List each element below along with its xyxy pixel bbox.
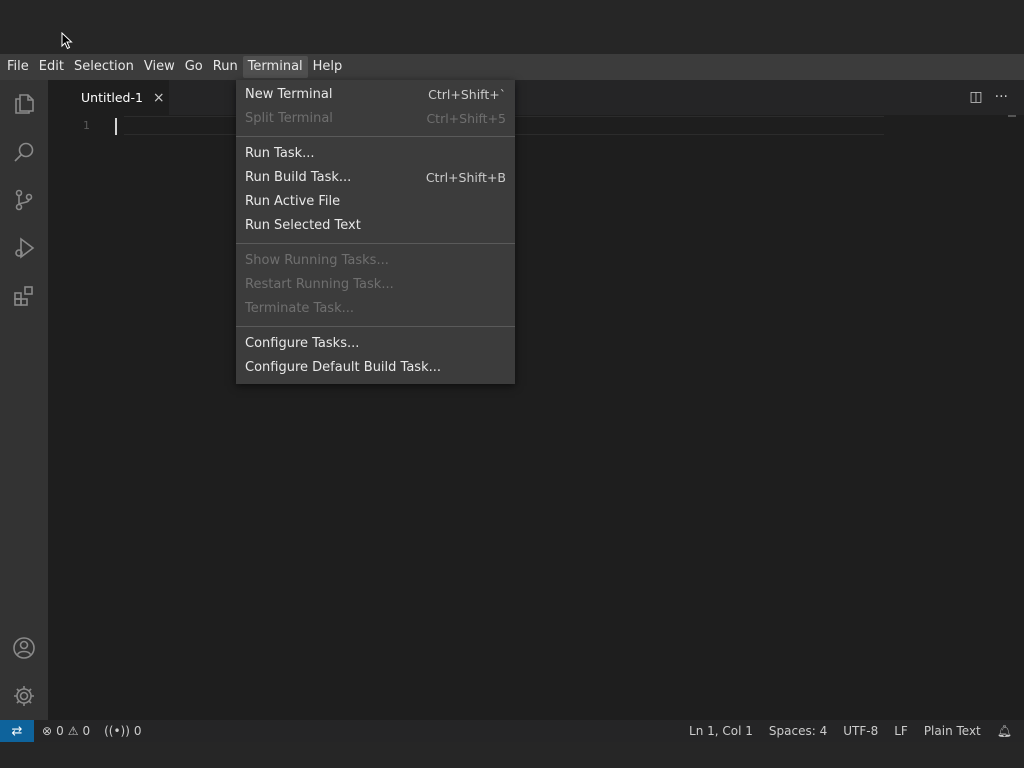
desktop-top-area: [0, 0, 1024, 54]
encoding[interactable]: UTF-8: [843, 724, 878, 738]
menu-item-terminate-task: Terminate Task...: [245, 301, 355, 316]
account-icon[interactable]: [12, 636, 36, 660]
close-icon[interactable]: ×: [153, 90, 165, 106]
text-caret: [115, 118, 117, 135]
menu-run[interactable]: Run: [208, 56, 243, 78]
status-right: Ln 1, Col 1 Spaces: 4 UTF-8 LF Plain Tex…: [689, 724, 1024, 738]
problems-status[interactable]: ⊗ 0 ⚠ 0: [42, 724, 90, 738]
bell-icon[interactable]: 🔔︎: [997, 724, 1012, 738]
editor-actions: ◫ ···: [969, 89, 1008, 105]
menu-view[interactable]: View: [139, 56, 180, 78]
explorer-icon[interactable]: [12, 92, 36, 116]
menu-item-run-build-task[interactable]: Run Build Task... Ctrl+Shift+B: [236, 166, 515, 190]
menu-item-restart-running-task: Restart Running Task...: [245, 277, 394, 292]
terminal-menu-dropdown: New Terminal Ctrl+Shift+` Split Terminal…: [236, 80, 515, 384]
ports-count: 0: [133, 724, 142, 738]
menu-edit[interactable]: Edit: [34, 56, 69, 78]
warning-icon: ⚠: [67, 724, 79, 738]
menu-selection[interactable]: Selection: [69, 56, 139, 78]
menu-item-show-running-tasks: Show Running Tasks...: [245, 253, 389, 268]
menu-item-split-terminal: Split Terminal Ctrl+Shift+5: [245, 111, 506, 126]
line-number: 1: [83, 119, 90, 132]
screen: File Edit Selection View Go Run Terminal…: [0, 0, 1024, 768]
menu-help[interactable]: Help: [308, 56, 348, 78]
warning-count: 0: [82, 724, 91, 738]
tab-untitled-1[interactable]: Untitled-1 ×: [48, 80, 170, 115]
indentation[interactable]: Spaces: 4: [769, 724, 827, 738]
error-count: 0: [56, 724, 64, 738]
editor-area[interactable]: 1: [48, 115, 1024, 720]
settings-gear-icon[interactable]: [12, 684, 36, 708]
menu-item-configure-default-build-task[interactable]: Configure Default Build Task...: [236, 356, 515, 380]
ports-status[interactable]: ((•)) 0: [104, 724, 141, 738]
menu-item-run-selected-text[interactable]: Run Selected Text: [236, 214, 515, 238]
menu-separator: [236, 243, 515, 244]
minimap-indicator: [1008, 115, 1016, 117]
menu-item-configure-tasks[interactable]: Configure Tasks...: [236, 332, 515, 356]
source-control-icon[interactable]: [12, 188, 36, 212]
desktop-bottom-area: [0, 742, 1024, 768]
more-actions-icon[interactable]: ···: [995, 89, 1008, 105]
run-debug-icon[interactable]: [12, 236, 36, 260]
menu-separator: [236, 136, 515, 137]
mouse-pointer-icon: [61, 32, 73, 50]
menubar: File Edit Selection View Go Run Terminal…: [0, 54, 1024, 80]
tab-title: Untitled-1: [81, 90, 143, 105]
menu-terminal[interactable]: Terminal: [242, 56, 308, 78]
language-mode[interactable]: Plain Text: [924, 724, 981, 738]
end-of-line[interactable]: LF: [894, 724, 908, 738]
search-icon[interactable]: [12, 140, 36, 164]
activity-bar: 1: [0, 80, 48, 736]
menu-item-run-task[interactable]: Run Task...: [236, 142, 515, 166]
status-bar: ⇄ ⊗ 0 ⚠ 0 ((•)) 0 Ln 1, Col 1 Spaces: 4 …: [0, 720, 1024, 742]
menu-go[interactable]: Go: [180, 56, 208, 78]
remote-icon: ⇄: [11, 723, 23, 739]
error-icon: ⊗: [42, 724, 53, 738]
editor-tabs: Untitled-1 × ◫ ···: [48, 80, 1024, 115]
remote-indicator[interactable]: ⇄: [0, 720, 34, 742]
menu-item-new-terminal[interactable]: New Terminal Ctrl+Shift+`: [236, 83, 515, 107]
vscode-window: File Edit Selection View Go Run Terminal…: [0, 54, 1024, 768]
extensions-icon[interactable]: [12, 284, 36, 308]
cursor-position[interactable]: Ln 1, Col 1: [689, 724, 753, 738]
menu-file[interactable]: File: [2, 56, 34, 78]
menu-separator: [236, 326, 515, 327]
broadcast-icon: ((•)): [104, 724, 130, 738]
split-editor-icon[interactable]: ◫: [969, 89, 982, 105]
menu-item-run-active-file[interactable]: Run Active File: [236, 190, 515, 214]
